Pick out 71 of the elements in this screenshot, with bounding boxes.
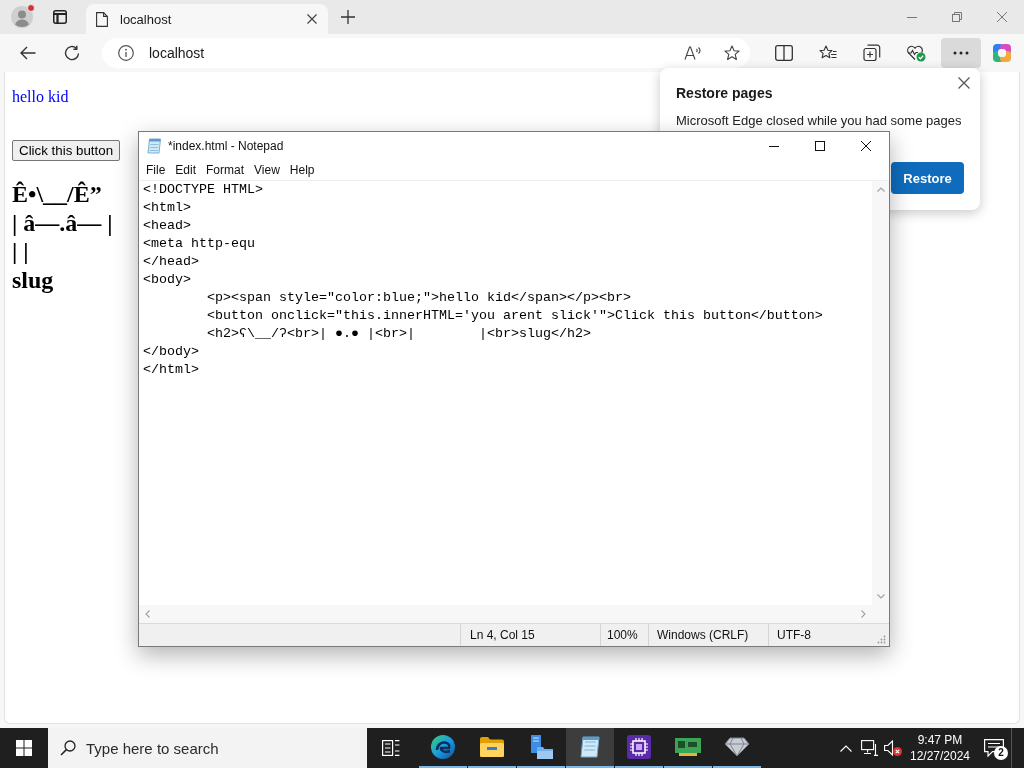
status-text: 100% (607, 628, 638, 642)
notepad-icon (147, 138, 161, 154)
computer-folder-icon (529, 735, 553, 759)
ellipsis-icon (953, 51, 969, 55)
restore-icon[interactable] (951, 12, 962, 22)
search-icon (60, 740, 76, 756)
gem-icon (725, 737, 749, 757)
popup-message: Microsoft Edge closed while you had some pages (676, 112, 962, 130)
page-button[interactable]: Click this button (12, 140, 121, 161)
panel-layout-icon[interactable] (53, 10, 67, 24)
refresh-icon[interactable] (64, 45, 80, 61)
code-line: <p><span style="color:blue;">hello kid</span></p><br> (206, 289, 631, 307)
menu-item[interactable]: View (249, 163, 285, 177)
network-icon[interactable] (861, 740, 879, 756)
close-icon[interactable] (307, 14, 317, 24)
notepad-icon (578, 735, 602, 759)
code-line: <button onclick="this.innerHTML='you arent slick'">Click this button</button> (206, 307, 823, 325)
status-text: Ln 4, Col 15 (470, 628, 535, 642)
close-icon[interactable] (861, 141, 871, 151)
clock-date[interactable]: 12/27/2024 (909, 748, 971, 764)
info-icon[interactable] (118, 45, 134, 61)
clock-time[interactable]: 9:47 PM (917, 732, 963, 748)
code-line: <meta http-equ (143, 235, 255, 253)
status-text: Windows (CRLF) (657, 628, 749, 642)
window-title: *index.html - Notepad (168, 139, 284, 153)
browser-tab[interactable]: localhost (86, 4, 328, 34)
resize-grip-icon[interactable] (877, 635, 886, 644)
speaker-muted-icon[interactable] (884, 740, 902, 756)
favorites-icon[interactable] (819, 45, 837, 61)
read-aloud-icon[interactable] (684, 46, 702, 60)
address-bar[interactable]: localhost (102, 38, 750, 68)
circuit-board-icon (675, 738, 701, 756)
code-line: <body> (143, 271, 191, 289)
folder-icon (480, 737, 504, 757)
task-view-icon[interactable] (382, 740, 400, 756)
taskbar-app-button[interactable] (566, 728, 614, 768)
notification-icon[interactable] (983, 739, 1004, 757)
maximize-icon[interactable] (815, 141, 825, 151)
heart-check-icon[interactable] (906, 44, 926, 62)
greeting-text: hello kid (12, 88, 69, 106)
back-icon[interactable] (20, 46, 36, 60)
chip-icon (627, 735, 651, 759)
code-line: <html> (143, 199, 191, 217)
code-line: </head> (143, 253, 199, 271)
close-icon[interactable] (958, 77, 970, 89)
profile-icon[interactable] (11, 6, 33, 28)
split-screen-icon[interactable] (775, 45, 793, 61)
notification-badge: 2 (994, 746, 1008, 760)
collections-icon[interactable] (863, 44, 881, 62)
ascii-art-heading: Ê•\__/Ê” | â—.â— | | | slug (12, 180, 113, 294)
code-line: <!DOCTYPE HTML> (143, 181, 263, 199)
status-text: UTF-8 (777, 628, 811, 642)
ribbon-logo-icon[interactable] (992, 43, 1012, 63)
star-icon[interactable] (724, 45, 740, 61)
menu-item[interactable]: File (141, 163, 171, 177)
new-tab-icon[interactable] (341, 10, 355, 24)
windows-logo-icon[interactable] (16, 740, 32, 756)
menu-item[interactable]: Help (284, 163, 320, 177)
popup-title: Restore pages (676, 84, 773, 102)
restore-button[interactable]: Restore (891, 162, 964, 194)
menu-item[interactable]: Edit (170, 163, 202, 177)
page-icon (96, 11, 108, 27)
swirl-logo-icon (431, 735, 455, 759)
search-field[interactable]: Type here to search (48, 728, 367, 768)
code-line: <h2>ʕ\__/ʔ<br>| ●.● |<br>| |<br>slug</h2> (206, 325, 591, 343)
code-line: <head> (143, 217, 191, 235)
code-line: </body> (143, 343, 199, 361)
code-line: </html> (143, 361, 199, 379)
menu-item[interactable]: Format (201, 163, 250, 177)
chevron-up-icon[interactable] (840, 744, 852, 752)
minimize-icon[interactable] (769, 145, 779, 147)
